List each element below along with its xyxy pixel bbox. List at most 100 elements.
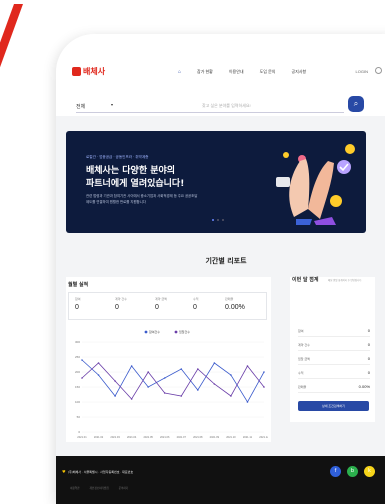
- banner-desc-line1: 관련 법령과 기관과 참여기관 사이에서 중소기업과 사회적경제 등 주요 공공…: [86, 194, 198, 198]
- data-point: [197, 389, 199, 391]
- data-point: [114, 395, 116, 397]
- data-point: [97, 374, 100, 376]
- login-link[interactable]: LOGIN: [356, 69, 368, 74]
- browser-frame: 배체사 ⌂ 참가 현황 이용안내 도입 문의 공지사항 LOGIN 전체 ▾ 찾…: [56, 34, 385, 504]
- data-point: [263, 386, 265, 388]
- banner-desc-line2: 제도를 연결하여 원활한 판로를 지원합니다: [86, 200, 146, 204]
- summary-value: 0: [367, 370, 370, 375]
- logo[interactable]: 배체사: [72, 66, 105, 77]
- summary-row: 수익 0: [298, 369, 370, 379]
- carousel-dot[interactable]: [222, 219, 224, 221]
- carousel-dots[interactable]: [212, 219, 224, 221]
- stat-item: 계약 건수 0: [115, 297, 127, 311]
- monthly-title: 월별 실적: [68, 282, 89, 288]
- stat-label: 계약 금액: [155, 297, 167, 301]
- x-tick-label: 2021.02: [94, 435, 104, 439]
- logo-text: 배체사: [83, 67, 106, 76]
- monthly-line-chart: 0 50 100 150 200 250 300 2021.01 2021.02 2021.03 2…: [75, 329, 268, 439]
- x-tick-label: 2021.10: [226, 435, 236, 439]
- y-tick-label: 300: [75, 340, 80, 344]
- stat-label: 판매율: [225, 297, 234, 301]
- stat-value: 0: [193, 304, 197, 311]
- legend-marker: [174, 330, 178, 334]
- user-icon[interactable]: [375, 67, 382, 74]
- summary-label: 수익: [298, 371, 304, 375]
- main-menu: ⌂ 참가 현황 이용안내 도입 문의 공지사항: [178, 69, 306, 75]
- footer-link[interactable]: 이용약관: [70, 486, 80, 490]
- stat-item: 계약 금액 0: [155, 297, 167, 311]
- kakao-icon[interactable]: k: [364, 466, 375, 477]
- report-title: 기간별 리포트: [205, 257, 247, 265]
- footer-link[interactable]: 문의하기: [119, 486, 129, 490]
- summary-label: 참여: [298, 329, 304, 333]
- y-tick-label: 200: [75, 370, 80, 374]
- blog-icon[interactable]: b: [347, 466, 358, 477]
- footer-text: (주)배체사 · 서울특별시 · 사업자등록번호 · 대표번호: [68, 470, 134, 474]
- x-tick-label: 2021.09: [210, 435, 220, 439]
- data-point: [213, 362, 216, 364]
- stats-box: 참여 0 계약 건수 0 계약 금액 0 수익 0 판매율 0.00%: [68, 292, 267, 320]
- menu-item-notice[interactable]: 공지사항: [291, 69, 306, 75]
- data-point: [230, 374, 232, 376]
- stat-value: 0.00%: [225, 304, 245, 311]
- data-point: [163, 377, 166, 379]
- y-tick-label: 150: [75, 385, 80, 389]
- x-tick-label: 2021.11: [243, 435, 253, 439]
- series-line: [81, 359, 265, 403]
- menu-item-inquiry[interactable]: 도입 문의: [260, 69, 276, 75]
- footer-link[interactable]: 개인정보처리방침: [90, 486, 109, 490]
- summary-row: 계약 건수 0: [298, 341, 370, 351]
- search-button[interactable]: ⌕: [348, 96, 364, 112]
- data-point: [147, 371, 149, 373]
- hero-banner[interactable]: 로컬관 · 업종공급 · 공동인프라 · 취약계층 배체사는 다양한 분야의 파…: [66, 131, 366, 233]
- summary-row: 판매율 0.00%: [298, 383, 370, 393]
- x-tick-label: 2021.12: [259, 435, 268, 439]
- summary-label: 계약 건수: [298, 343, 310, 347]
- y-tick-label: 50: [77, 415, 81, 419]
- this-month-note: 매달 말일 회계처리 후 반영됩니다: [328, 279, 362, 282]
- menu-item-status[interactable]: 참가 현황: [197, 69, 213, 75]
- stat-value: 0: [155, 304, 159, 311]
- data-point: [114, 380, 116, 382]
- legend-marker: [144, 330, 148, 334]
- facebook-icon[interactable]: f: [330, 466, 341, 477]
- stat-value: 0: [75, 304, 79, 311]
- data-point: [81, 377, 83, 379]
- x-tick-label: 2021.06: [160, 435, 170, 439]
- chevron-down-icon[interactable]: ▾: [111, 102, 113, 107]
- carousel-dot[interactable]: [217, 219, 219, 221]
- y-tick-label: 100: [75, 400, 80, 404]
- home-icon[interactable]: ⌂: [178, 69, 181, 75]
- stat-label: 수익: [193, 297, 199, 301]
- stat-value: 0: [115, 304, 119, 311]
- x-tick-label: 2021.08: [193, 435, 203, 439]
- x-tick-label: 2021.04: [127, 435, 137, 439]
- x-tick-label: 2021.01: [77, 435, 87, 439]
- data-point: [263, 371, 265, 373]
- data-point: [213, 383, 216, 385]
- data-point: [197, 368, 199, 370]
- menu-item-guide[interactable]: 이용안내: [229, 69, 244, 75]
- stat-label: 계약 건수: [115, 297, 127, 301]
- banner-title-line2: 파트너에게 열려있습니다!: [86, 179, 185, 189]
- summary-value: 0: [367, 356, 370, 361]
- search-icon: ⌕: [353, 99, 359, 108]
- footer-links: 이용약관 개인정보처리방침 문의하기: [70, 486, 128, 490]
- x-tick-label: 2021.05: [143, 435, 153, 439]
- stat-item: 판매율 0.00%: [225, 297, 245, 311]
- search-input[interactable]: 찾고 싶은 분야를 입력하세요!: [202, 103, 251, 109]
- footer: [56, 456, 385, 504]
- data-point: [230, 395, 232, 397]
- category-select[interactable]: 전체: [76, 103, 85, 110]
- summary-label: 판매율: [298, 385, 307, 389]
- y-tick-label: 0: [78, 430, 80, 434]
- detail-search-button[interactable]: 상세 조건검색하기: [298, 401, 369, 411]
- legend-label: 참여건수: [149, 329, 160, 334]
- data-point: [130, 365, 133, 367]
- summary-label: 입찰 금액: [298, 357, 310, 361]
- carousel-dot[interactable]: [212, 219, 214, 221]
- data-point: [246, 365, 249, 367]
- heart-icon: ♥: [62, 469, 66, 474]
- summary-value: 0: [367, 342, 370, 347]
- data-point: [163, 392, 166, 394]
